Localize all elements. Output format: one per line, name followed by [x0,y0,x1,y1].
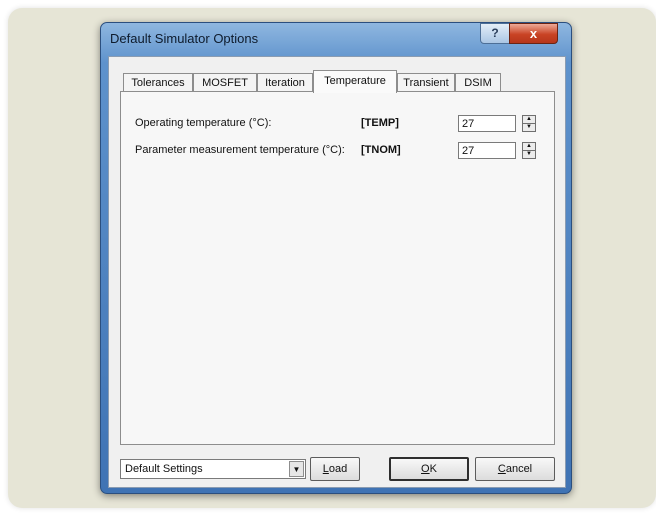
operating-temperature-label: Operating temperature (°C): [135,117,272,129]
parameter-measurement-temperature-input[interactable] [458,142,516,159]
tab-transient[interactable]: Transient [397,73,455,92]
settings-dropdown[interactable]: Default Settings ▼ [120,459,306,479]
window-title: Default Simulator Options [110,31,259,46]
spin-up-icon[interactable]: ▲ [523,116,535,124]
ok-button[interactable]: OK [389,457,469,481]
tab-dsim[interactable]: DSIM [455,73,501,92]
tnom-param-name: [TNOM] [361,144,401,156]
tab-mosfet[interactable]: MOSFET [193,73,257,92]
spin-down-icon[interactable]: ▼ [523,151,535,158]
load-button[interactable]: Load [310,457,360,481]
temp-param-name: [TEMP] [361,117,399,129]
cancel-button-label: ancel [505,463,533,475]
chevron-down-icon[interactable]: ▼ [289,461,304,477]
tab-tolerances[interactable]: Tolerances [123,73,193,92]
operating-temperature-input[interactable] [458,115,516,132]
ok-button-mnemonic: O [421,463,430,475]
load-button-label: oad [328,463,348,475]
parameter-measurement-temperature-label: Parameter measurement temperature (°C): [135,144,345,156]
operating-temperature-spinner[interactable]: ▲ ▼ [522,115,536,132]
temperature-tab-panel: Operating temperature (°C): [TEMP] ▲ ▼ P… [120,91,555,445]
close-button[interactable]: x [509,23,558,44]
tab-iteration[interactable]: Iteration [257,73,313,92]
cancel-button[interactable]: Cancel [475,457,555,481]
cancel-button-mnemonic: C [497,463,506,475]
tab-temperature[interactable]: Temperature [313,70,397,93]
parameter-measurement-temperature-spinner[interactable]: ▲ ▼ [522,142,536,159]
dialog-client-area: Tolerances MOSFET Iteration Temperature … [108,56,566,488]
ok-button-label: K [429,463,437,475]
spin-down-icon[interactable]: ▼ [523,124,535,131]
dialog-window: Default Simulator Options ? x Tolerances… [100,22,572,494]
spin-up-icon[interactable]: ▲ [523,143,535,151]
help-button[interactable]: ? [480,23,510,44]
help-icon: ? [491,26,499,40]
close-icon: x [529,26,538,41]
title-bar: Default Simulator Options ? x [101,23,571,53]
settings-dropdown-value: Default Settings [125,463,203,475]
